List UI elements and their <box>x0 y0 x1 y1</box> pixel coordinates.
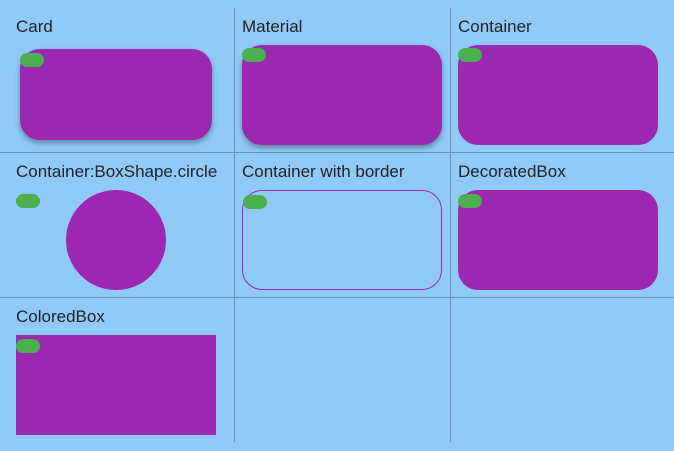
cell-label-card: Card <box>16 17 53 36</box>
cell-label-container-circle: Container:BoxShape.circle <box>16 162 218 181</box>
cell-label-decoratedbox: DecoratedBox <box>458 162 566 181</box>
green-pill-material <box>242 48 266 62</box>
green-pill-container <box>458 48 482 62</box>
cell-label-coloredbox: ColoredBox <box>16 307 105 326</box>
card-shape <box>20 49 212 140</box>
cell-label-container: Container <box>458 17 532 36</box>
row-divider-1 <box>0 152 674 153</box>
demo-grid: Card Material Container Container:BoxSha… <box>0 0 674 451</box>
decoratedbox-shape <box>458 190 658 290</box>
cell-label-container-border: Container with border <box>242 162 405 181</box>
container-shape <box>458 45 658 145</box>
column-divider-1 <box>234 8 235 442</box>
green-pill-border <box>243 195 267 209</box>
green-pill-circle <box>16 194 40 208</box>
material-shape <box>242 45 442 145</box>
coloredbox-shape <box>16 335 216 435</box>
green-pill-card <box>20 53 44 67</box>
bordered-shape <box>242 190 442 290</box>
green-pill-coloredbox <box>16 339 40 353</box>
cell-label-material: Material <box>242 17 303 36</box>
column-divider-2 <box>450 8 451 442</box>
circle-shape <box>66 190 166 290</box>
row-divider-2 <box>0 297 674 298</box>
green-pill-decoratedbox <box>458 194 482 208</box>
